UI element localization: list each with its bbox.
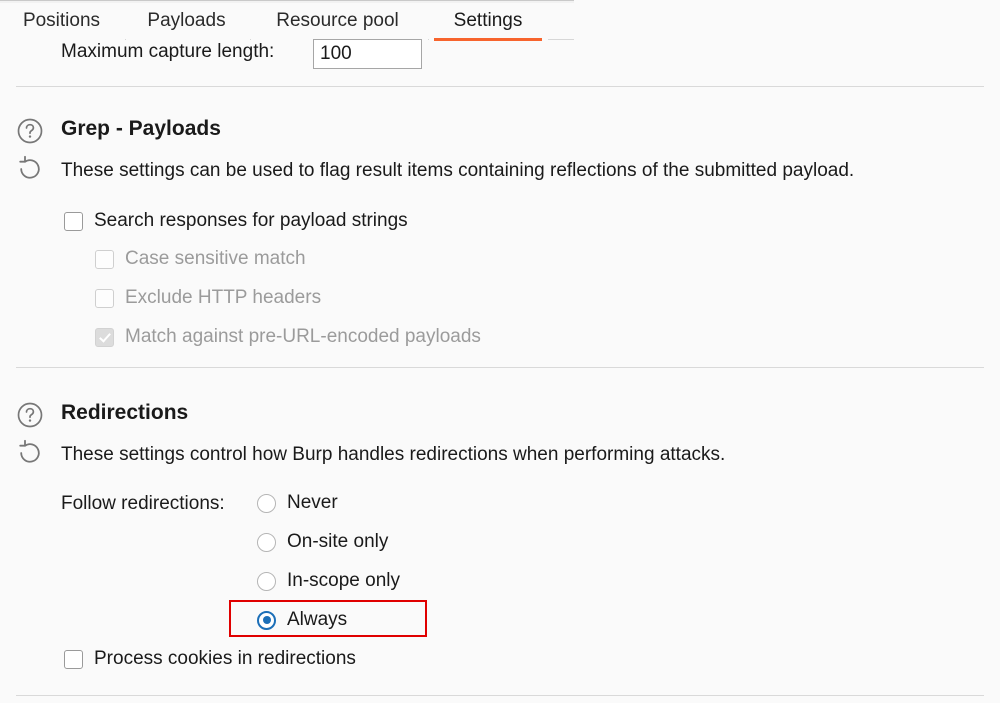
tab-divider-1 bbox=[125, 39, 126, 40]
section-divider-top bbox=[16, 86, 984, 87]
tab-resource-pool-label: Resource pool bbox=[276, 10, 399, 31]
max-capture-length-label: Maximum capture length: bbox=[61, 41, 275, 62]
question-circle-icon[interactable] bbox=[16, 401, 44, 429]
radio-never-label: Never bbox=[287, 492, 338, 513]
checkbox-match-pre-url-encoded-box bbox=[95, 327, 114, 347]
radio-on-site-only-box[interactable] bbox=[257, 532, 276, 552]
reset-arrow-icon[interactable] bbox=[16, 155, 44, 183]
checkbox-search-responses-label: Search responses for payload strings bbox=[94, 210, 408, 231]
checkbox-process-cookies-label: Process cookies in redirections bbox=[94, 648, 356, 669]
checkbox-process-cookies[interactable]: Process cookies in redirections bbox=[64, 648, 356, 670]
radio-always-box[interactable] bbox=[257, 610, 276, 630]
tab-payloads[interactable]: Payloads bbox=[130, 3, 243, 41]
radio-in-scope-only-label: In-scope only bbox=[287, 570, 401, 591]
checkbox-search-responses-box[interactable] bbox=[64, 211, 83, 231]
tab-divider-3 bbox=[428, 39, 429, 40]
tab-divider-2 bbox=[250, 39, 251, 40]
radio-always[interactable]: Always bbox=[257, 609, 347, 631]
checkbox-match-pre-url-encoded-label: Match against pre-URL-encoded payloads bbox=[125, 326, 481, 347]
checkbox-search-responses[interactable]: Search responses for payload strings bbox=[64, 210, 408, 232]
tab-positions[interactable]: Positions bbox=[4, 3, 119, 41]
tab-settings[interactable]: Settings bbox=[432, 3, 544, 41]
redirections-description: These settings control how Burp handles … bbox=[61, 444, 726, 465]
radio-never-box[interactable] bbox=[257, 493, 276, 513]
radio-in-scope-only[interactable]: In-scope only bbox=[257, 570, 400, 592]
checkbox-exclude-http-headers-box bbox=[95, 288, 114, 308]
checkbox-case-sensitive-match: Case sensitive match bbox=[95, 248, 306, 270]
tab-settings-label: Settings bbox=[453, 10, 523, 31]
checkbox-process-cookies-box[interactable] bbox=[64, 649, 83, 669]
checkbox-exclude-http-headers: Exclude HTTP headers bbox=[95, 287, 321, 309]
redirections-title: Redirections bbox=[61, 401, 189, 424]
grep-payloads-description: These settings can be used to flag resul… bbox=[61, 160, 855, 181]
radio-on-site-only[interactable]: On-site only bbox=[257, 531, 388, 553]
reset-arrow-icon[interactable] bbox=[16, 439, 44, 467]
checkbox-exclude-http-headers-label: Exclude HTTP headers bbox=[125, 287, 322, 308]
checkbox-case-sensitive-match-label: Case sensitive match bbox=[125, 248, 306, 269]
section-divider-middle bbox=[16, 367, 984, 368]
question-circle-icon[interactable] bbox=[16, 117, 44, 145]
max-capture-length-input[interactable] bbox=[313, 39, 422, 69]
checkbox-case-sensitive-match-box bbox=[95, 249, 114, 269]
section-divider-bottom bbox=[16, 695, 984, 696]
tab-bar-trailing-edge bbox=[548, 39, 574, 40]
tab-positions-label: Positions bbox=[22, 10, 101, 31]
tab-payloads-label: Payloads bbox=[147, 10, 226, 31]
checkbox-match-pre-url-encoded: Match against pre-URL-encoded payloads bbox=[95, 326, 481, 348]
radio-always-label: Always bbox=[287, 609, 348, 630]
radio-never[interactable]: Never bbox=[257, 492, 338, 514]
tab-bar: Positions Payloads Resource pool Setting… bbox=[0, 3, 1000, 41]
radio-on-site-only-label: On-site only bbox=[287, 531, 389, 552]
follow-redirections-label: Follow redirections: bbox=[61, 493, 225, 514]
radio-in-scope-only-box[interactable] bbox=[257, 571, 276, 591]
grep-payloads-title: Grep - Payloads bbox=[61, 117, 221, 140]
tab-resource-pool[interactable]: Resource pool bbox=[254, 3, 421, 41]
